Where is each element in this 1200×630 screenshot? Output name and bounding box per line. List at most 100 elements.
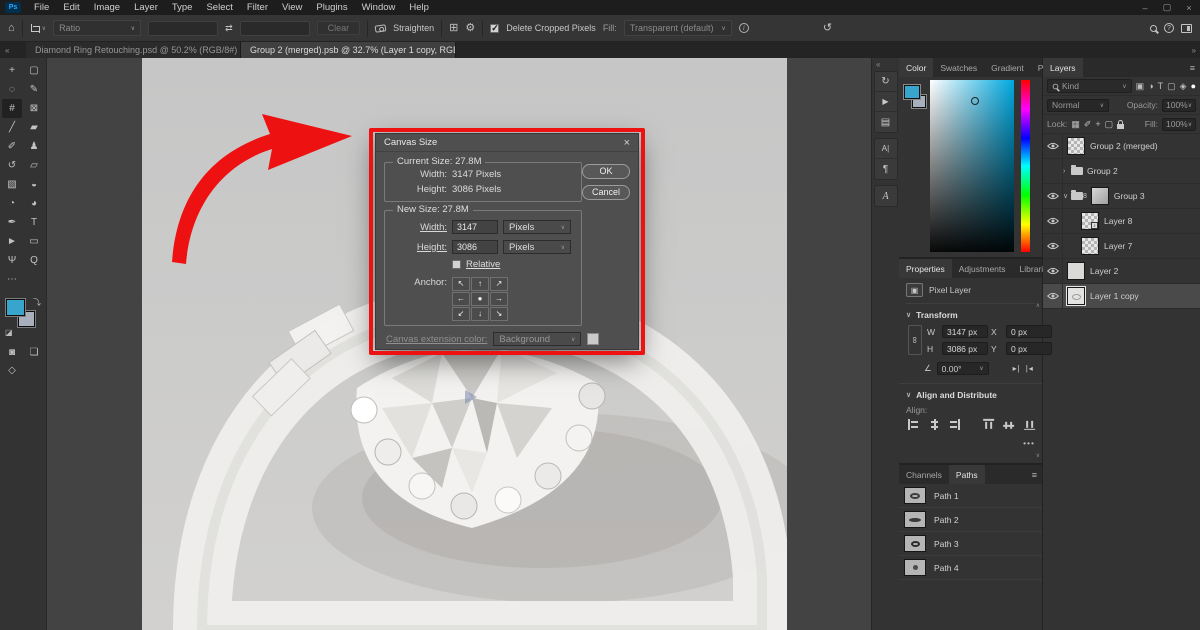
search-icon[interactable] [1150, 25, 1157, 32]
tab-gradient[interactable]: Gradient [984, 58, 1031, 77]
align-bottom-icon[interactable] [1024, 419, 1035, 430]
x-field[interactable]: 0 px [1006, 325, 1052, 338]
hand-tool[interactable]: Ψ [2, 251, 22, 270]
history-brush-tool[interactable]: ↺ [2, 156, 22, 175]
menu-type[interactable]: Type [165, 2, 200, 13]
history-panel-icon[interactable]: ↻ [875, 72, 897, 92]
dialog-close-icon[interactable]: × [624, 137, 630, 149]
menu-edit[interactable]: Edit [56, 2, 86, 13]
visibility-toggle[interactable] [1043, 134, 1063, 158]
panel-menu-icon[interactable]: ≡ [1185, 58, 1200, 77]
anchor-center[interactable]: ● [471, 292, 489, 306]
eraser-tool[interactable]: ▱ [24, 156, 44, 175]
height-unit-select[interactable]: Pixels ∨ [503, 240, 571, 254]
collapse-transform-icon[interactable]: ∨ [906, 311, 911, 319]
opacity-field[interactable]: 100% ∨ [1162, 99, 1196, 112]
filter-pixel-layers-icon[interactable]: ▣ [1136, 81, 1145, 92]
sponge-tool[interactable]: ◕ [24, 194, 44, 213]
healing-brush-tool[interactable]: ▰ [24, 118, 44, 137]
rectangle-tool[interactable]: ▭ [24, 232, 44, 251]
path-selection-tool[interactable]: ► [2, 232, 22, 251]
layer-row-layer-1-copy[interactable]: Layer 1 copy [1043, 284, 1200, 309]
ok-button[interactable]: OK [582, 164, 630, 179]
tab-swatches[interactable]: Swatches [933, 58, 984, 77]
cancel-button[interactable]: Cancel [582, 185, 630, 200]
visibility-toggle[interactable] [1043, 159, 1063, 183]
crop-height-input[interactable] [240, 21, 310, 36]
width-unit-select[interactable]: Pixels ∨ [503, 220, 571, 234]
visibility-toggle[interactable] [1043, 259, 1063, 283]
tab-properties[interactable]: Properties [899, 259, 952, 278]
swap-dimensions-icon[interactable]: ⇄ [225, 24, 233, 33]
align-center-vertical-icon[interactable] [1004, 419, 1015, 430]
type-tool[interactable]: T [24, 213, 44, 232]
menu-view[interactable]: View [275, 2, 309, 13]
hue-slider[interactable] [1021, 80, 1030, 252]
layer-row-layer-8[interactable]: ♪ Layer 8 [1043, 209, 1200, 234]
quick-mask-button[interactable]: ◙ [2, 343, 22, 361]
menu-select[interactable]: Select [199, 2, 239, 13]
actions-panel-icon[interactable]: ▶ [875, 92, 897, 112]
glyphs-panel-icon[interactable]: A [875, 186, 897, 206]
anchor-bottom-left[interactable]: ↙ [452, 307, 470, 321]
home-icon[interactable]: ⌂ [8, 23, 15, 34]
rotation-select[interactable]: 0.00° ∨ [937, 362, 989, 375]
y-field[interactable]: 0 px [1006, 342, 1052, 355]
visibility-toggle[interactable] [1043, 184, 1063, 208]
minimize-button[interactable]: – [1134, 3, 1156, 13]
layer-thumbnail[interactable] [1067, 287, 1085, 305]
tab-layers[interactable]: Layers [1043, 58, 1083, 77]
filter-adjustment-layers-icon[interactable]: ◑ [1148, 81, 1153, 91]
layer-thumbnail[interactable] [1091, 187, 1109, 205]
layer-filter-search[interactable]: Kind ∨ [1047, 79, 1132, 93]
default-colors-icon[interactable]: ◪ [5, 328, 13, 337]
anchor-bottom-right[interactable]: ↘ [490, 307, 508, 321]
crop-settings-gear-icon[interactable]: ⚙ [465, 23, 475, 34]
crop-tool[interactable]: # [2, 99, 22, 118]
new-height-input[interactable] [452, 240, 498, 254]
help-icon[interactable]: ? [1164, 23, 1174, 33]
panel-menu-icon[interactable]: ≡ [1027, 465, 1042, 484]
straighten-icon[interactable] [375, 24, 387, 32]
align-left-icon[interactable] [908, 419, 919, 430]
edit-toolbar-button[interactable]: ⋯ [2, 270, 22, 289]
straighten-label[interactable]: Straighten [393, 23, 434, 33]
anchor-right[interactable]: → [490, 292, 508, 306]
filter-smart-objects-icon[interactable]: ◈ [1180, 81, 1187, 92]
scroll-down-icon[interactable]: ∨ [1036, 452, 1040, 459]
anchor-top[interactable]: ↑ [471, 277, 489, 291]
path-row[interactable]: Path 4 [899, 556, 1042, 580]
blend-mode-select[interactable]: Normal ∨ [1047, 99, 1109, 112]
tab-paths[interactable]: Paths [949, 465, 985, 484]
gradient-tool[interactable]: ▧ [2, 175, 22, 194]
fill-select[interactable]: Transparent (default) ∨ [624, 20, 732, 36]
filter-shape-layers-icon[interactable]: ▢ [1167, 81, 1176, 92]
scroll-up-icon[interactable]: ∧ [1036, 302, 1040, 309]
relative-checkbox[interactable] [452, 260, 461, 269]
frame-tool[interactable]: ⊠ [24, 99, 44, 118]
layer-thumbnail[interactable] [1067, 262, 1085, 280]
brush-tool[interactable]: ✐ [2, 137, 22, 156]
layer-thumbnail[interactable] [1067, 137, 1085, 155]
lock-position-icon[interactable]: + [1095, 119, 1100, 129]
crop-ratio-select[interactable]: Ratio ∨ [53, 20, 141, 36]
layer-row-group-2-merged[interactable]: Group 2 (merged) [1043, 134, 1200, 159]
rotate-view-button[interactable]: ◇ [2, 361, 22, 379]
workspace-switcher-icon[interactable] [1181, 24, 1192, 33]
expand-group-icon[interactable]: › [1063, 168, 1071, 175]
flip-horizontal-icon[interactable]: ▸| [1013, 364, 1021, 373]
filter-toggle-icon[interactable]: ● [1191, 81, 1196, 91]
layer-row-layer-7[interactable]: Layer 7 [1043, 234, 1200, 259]
overlay-grid-icon[interactable]: ⊞ [449, 23, 458, 34]
height-field[interactable]: 3086 px [942, 342, 988, 355]
pen-tool[interactable]: ✒ [2, 213, 22, 232]
reset-crop-icon[interactable]: ↺ [823, 23, 832, 34]
smudge-tool[interactable]: ◒ [24, 175, 44, 194]
tab-channels[interactable]: Channels [899, 465, 949, 484]
move-tool[interactable]: + [2, 61, 22, 80]
tab-adjustments[interactable]: Adjustments [952, 259, 1013, 278]
lock-all-icon[interactable] [1117, 124, 1124, 129]
foreground-color-swatch[interactable] [904, 85, 920, 99]
color-picker-marker[interactable] [971, 97, 979, 105]
anchor-top-right[interactable]: ↗ [490, 277, 508, 291]
